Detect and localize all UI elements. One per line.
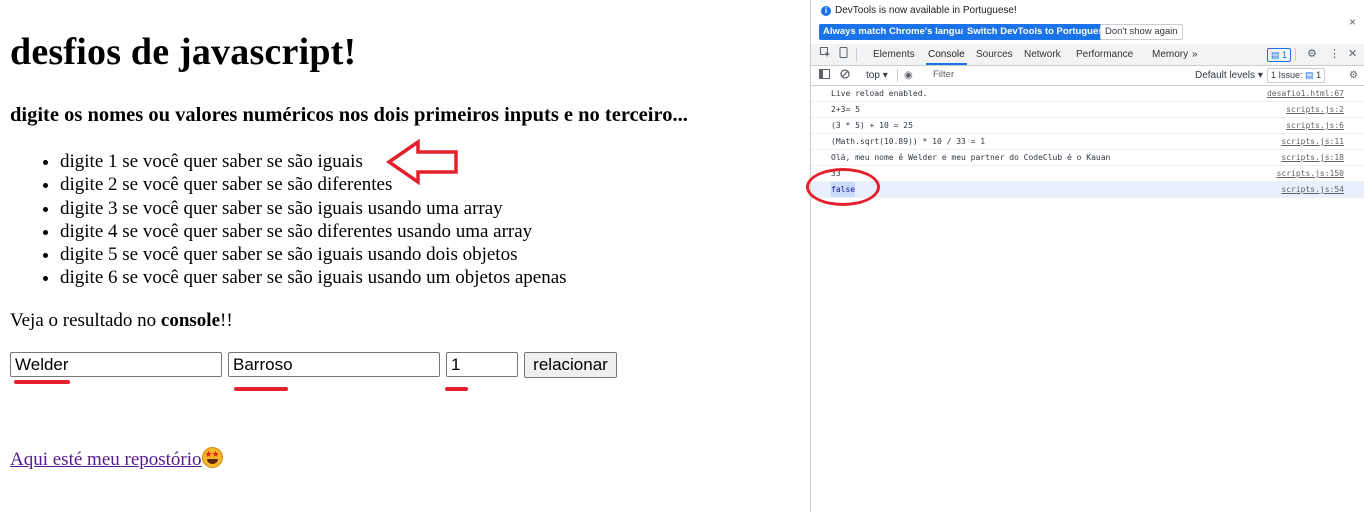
match-language-button[interactable]: Always match Chrome's language (819, 24, 981, 40)
console-source-link[interactable]: scripts.js:54 (1281, 182, 1344, 197)
devtools-panel: i DevTools is now available in Portugues… (810, 0, 1364, 512)
console-source-link[interactable]: scripts.js:11 (1281, 134, 1344, 149)
switch-language-button[interactable]: Switch DevTools to Portuguese (963, 24, 1113, 40)
tab-network[interactable]: Network (1024, 44, 1061, 65)
option-item: digite 1 se você quer saber se são iguai… (60, 150, 567, 173)
red-arrow-annotation (386, 139, 458, 185)
console-row: false scripts.js:54 (811, 182, 1364, 198)
tab-console[interactable]: Console (926, 44, 967, 65)
relacionar-button[interactable]: relacionar (524, 352, 617, 378)
tab-elements[interactable]: Elements (873, 44, 915, 65)
tab-performance[interactable]: Performance (1076, 44, 1133, 65)
context-value: top (866, 70, 880, 81)
result-console-word: console (160, 310, 221, 331)
red-underline-annotation (445, 387, 468, 391)
issues-count: 1 (1316, 70, 1322, 80)
console-message: Live reload enabled. (831, 89, 928, 98)
dropdown-arrow-icon: ▾ (1257, 70, 1263, 81)
console-row: Olá, meu nome é Welder e meu partner do … (811, 150, 1364, 166)
kebab-menu-icon[interactable]: ⋮ (1329, 44, 1340, 65)
messages-badge[interactable]: ▤ 1 (1267, 48, 1292, 62)
option-item: digite 5 se você quer saber se são iguai… (60, 243, 567, 266)
device-toolbar-icon[interactable] (838, 44, 849, 65)
context-selector[interactable]: top ▾ (866, 66, 888, 85)
console-row: 33 scripts.js:150 (811, 166, 1364, 182)
console-source-link[interactable]: scripts.js:2 (1286, 102, 1344, 117)
console-message: (Math.sqrt(10.89)) * 10 / 33 = 1 (831, 137, 986, 146)
result-prefix: Veja o resultado no (10, 310, 161, 331)
language-infobar: i DevTools is now available in Portugues… (811, 0, 1364, 45)
live-expression-eye-icon[interactable]: ◉ (904, 66, 913, 85)
option-item: digite 3 se você quer saber se são iguai… (60, 197, 567, 220)
settings-gear-icon[interactable]: ⚙ (1307, 44, 1317, 65)
inspect-element-icon[interactable] (820, 44, 831, 65)
result-text: Veja o resultado no console!! (10, 310, 233, 332)
console-settings-icon[interactable]: ⚙ (1349, 66, 1358, 85)
console-row: Live reload enabled. desafio1.html:67 (811, 86, 1364, 102)
console-row: (Math.sqrt(10.89)) * 10 / 33 = 1 scripts… (811, 134, 1364, 150)
info-icon: i (821, 6, 831, 16)
page-title: desfios de javascript! (10, 31, 357, 73)
more-tabs-icon[interactable]: » (1192, 44, 1198, 65)
console-row: (3 * 5) + 10 = 25 scripts.js:6 (811, 118, 1364, 134)
console-message: (3 * 5) + 10 = 25 (831, 121, 913, 130)
star-struck-emoji-icon (201, 447, 223, 468)
dont-show-again-button[interactable]: Don't show again (1100, 24, 1183, 40)
close-icon[interactable]: × (1349, 15, 1356, 29)
messages-count: 1 (1282, 50, 1288, 60)
red-underline-annotation (14, 380, 70, 384)
console-row: 2+3= 5 scripts.js:2 (811, 102, 1364, 118)
issues-icon: ▤ (1305, 70, 1314, 80)
options-list: digite 1 se você quer saber se são iguai… (20, 150, 567, 290)
issues-badge[interactable]: 1 Issue: ▤ 1 (1267, 68, 1326, 83)
option-item: digite 4 se você quer saber se são difer… (60, 220, 567, 243)
tab-sources[interactable]: Sources (976, 44, 1013, 65)
result-suffix: !! (220, 310, 233, 331)
console-message: 2+3= 5 (831, 105, 860, 114)
red-underline-annotation (234, 387, 288, 391)
console-filter-input[interactable]: Filter (929, 68, 1193, 82)
message-icon: ▤ (1271, 50, 1283, 60)
name-input-1[interactable]: Welder (10, 352, 222, 377)
console-source-link[interactable]: scripts.js:150 (1277, 166, 1344, 181)
console-source-link[interactable]: desafio1.html:67 (1267, 86, 1344, 101)
option-item: digite 2 se você quer saber se são difer… (60, 173, 567, 196)
console-output: Live reload enabled. desafio1.html:67 2+… (811, 86, 1364, 198)
console-message: Olá, meu nome é Welder e meu partner do … (831, 153, 1111, 162)
tab-memory[interactable]: Memory (1152, 44, 1188, 65)
console-source-link[interactable]: scripts.js:6 (1286, 118, 1344, 133)
console-toolbar: top ▾ ◉ Filter Default levels ▾ 1 Issue:… (811, 66, 1364, 86)
console-source-link[interactable]: scripts.js:18 (1281, 150, 1344, 165)
option-item: digite 6 se você quer saber se são iguai… (60, 266, 567, 289)
page-subtitle: digite os nomes ou valores numéricos nos… (10, 104, 688, 126)
repository-link[interactable]: Aqui esté meu repostório (10, 447, 223, 471)
infobar-message: DevTools is now available in Portuguese! (835, 5, 1017, 16)
close-devtools-icon[interactable]: ✕ (1348, 44, 1357, 65)
dropdown-arrow-icon: ▾ (882, 70, 888, 81)
issues-label: 1 Issue: (1271, 70, 1303, 80)
sidebar-toggle-icon[interactable] (819, 66, 830, 85)
option-input[interactable]: 1 (446, 352, 518, 377)
levels-label: Default levels (1195, 70, 1256, 81)
red-circle-annotation (806, 168, 880, 206)
name-input-2[interactable]: Barroso (228, 352, 440, 377)
log-levels-dropdown[interactable]: Default levels ▾ (1195, 66, 1263, 85)
repository-link-text: Aqui esté meu repostório (10, 449, 202, 470)
web-page: desfios de javascript! digite os nomes o… (0, 0, 810, 512)
clear-console-icon[interactable] (840, 66, 850, 85)
devtools-tabbar: Elements Console Sources Network Perform… (811, 44, 1364, 66)
